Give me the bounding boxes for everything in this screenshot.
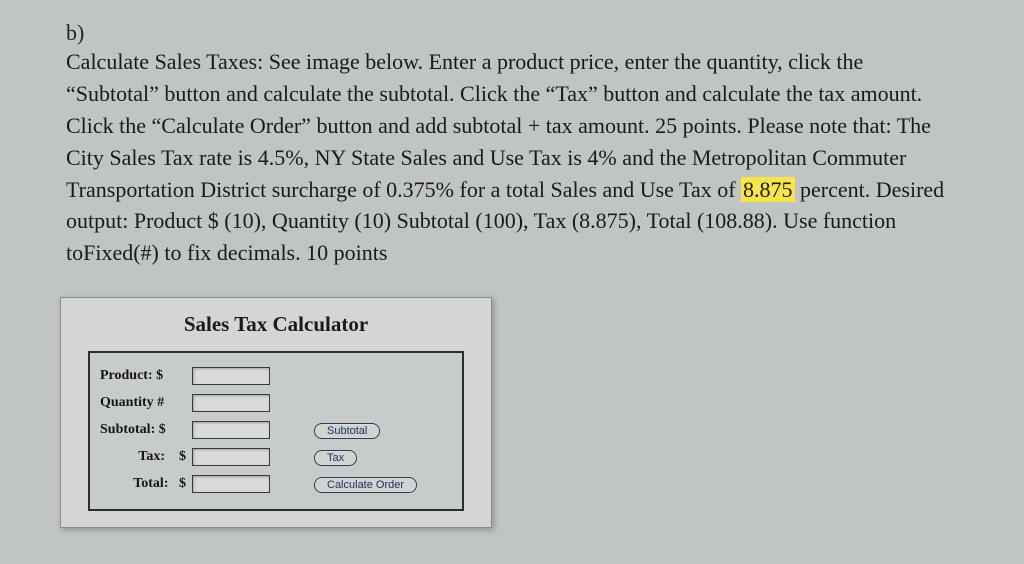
- label-product: Product: $: [100, 368, 192, 384]
- input-subtotal[interactable]: [192, 421, 270, 439]
- subtotal-button[interactable]: Subtotal: [314, 423, 380, 439]
- input-tax[interactable]: [192, 448, 270, 466]
- row-tax: Tax: $ Tax: [100, 445, 452, 469]
- tax-button[interactable]: Tax: [314, 450, 357, 466]
- label-subtotal: Subtotal: $: [100, 422, 192, 438]
- label-total: Total: $: [100, 476, 192, 492]
- calculator-form: Product: $ Quantity # Subtotal: $ Subtot…: [88, 351, 464, 511]
- page: b) Calculate Sales Taxes: See image belo…: [0, 0, 1024, 548]
- button-col-tax: Tax: [314, 448, 357, 466]
- row-total: Total: $ Calculate Order: [100, 472, 452, 496]
- row-quantity: Quantity #: [100, 391, 452, 415]
- label-tax: Tax: $: [100, 449, 192, 465]
- calculator-title: Sales Tax Calculator: [61, 302, 491, 351]
- input-total[interactable]: [192, 475, 270, 493]
- question-block: b) Calculate Sales Taxes: See image belo…: [66, 20, 976, 269]
- row-subtotal: Subtotal: $ Subtotal: [100, 418, 452, 442]
- calculate-order-button[interactable]: Calculate Order: [314, 477, 417, 493]
- row-product: Product: $: [100, 364, 452, 388]
- button-col-subtotal: Subtotal: [314, 421, 380, 439]
- input-product[interactable]: [192, 367, 270, 385]
- label-quantity: Quantity #: [100, 395, 192, 411]
- question-label: b): [66, 20, 94, 46]
- question-text: Calculate Sales Taxes: See image below. …: [66, 46, 956, 269]
- button-col-calculate: Calculate Order: [314, 475, 417, 493]
- calculator-container: Sales Tax Calculator Product: $ Quantity…: [60, 297, 492, 528]
- input-quantity[interactable]: [192, 394, 270, 412]
- question-highlight: 8.875: [741, 177, 795, 202]
